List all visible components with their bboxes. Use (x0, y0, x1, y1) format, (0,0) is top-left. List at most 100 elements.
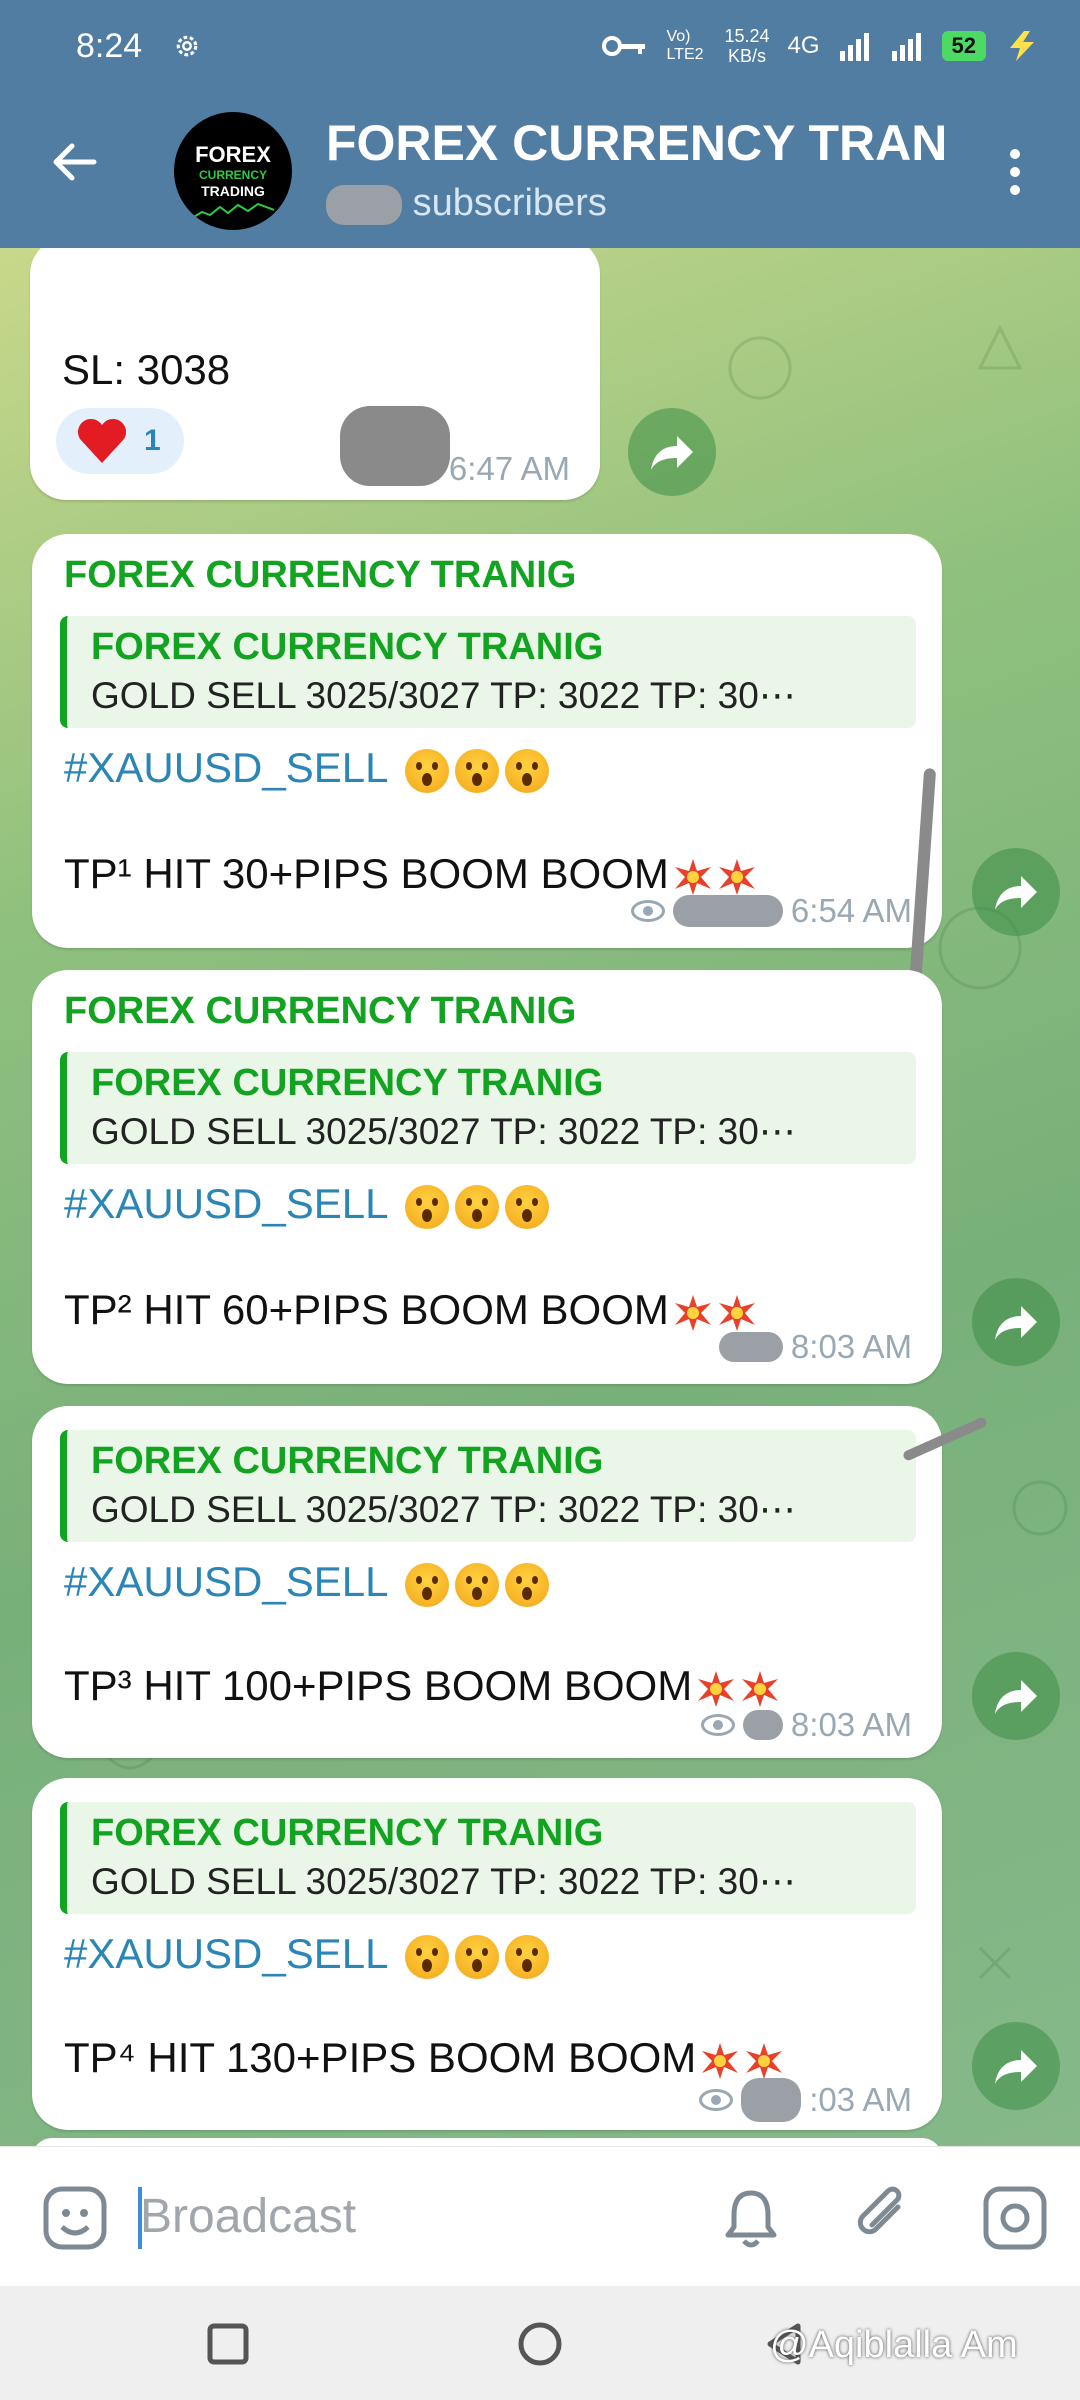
collision-emoji-icon (674, 1294, 711, 1331)
collision-emoji-icon (674, 858, 711, 895)
key-icon (602, 36, 646, 56)
share-arrow-icon (995, 876, 1037, 910)
subscribers-label: subscribers (412, 182, 607, 224)
astonished-emoji-icon (504, 1562, 549, 1607)
share-arrow-icon (995, 1306, 1037, 1340)
channel-avatar[interactable]: FOREX CURRENCY TRADING (174, 112, 292, 230)
reply-title: FOREX CURRENCY TRANIG (91, 1440, 604, 1482)
reply-title: FOREX CURRENCY TRANIG (91, 1062, 604, 1104)
avatar-line-2: CURRENCY (198, 168, 267, 182)
views-eye-icon (700, 1714, 735, 1736)
forward-button[interactable] (972, 848, 1060, 936)
share-arrow-icon (651, 436, 693, 470)
hashtag-link[interactable]: #XAUUSD_SELL (64, 1558, 387, 1605)
message-text: TP⁴ HIT 130+PIPS BOOM BOOM (64, 2034, 697, 2081)
broadcast-input[interactable]: Broadcast (140, 2189, 356, 2244)
recent-apps-icon[interactable] (206, 2322, 250, 2366)
collision-emoji-icon (718, 1294, 755, 1331)
camera-icon[interactable] (982, 2185, 1048, 2251)
redacted-views (742, 1710, 783, 1740)
reaction-heart[interactable]: 1 (56, 408, 184, 474)
message-bubble-sl[interactable]: SL: 3038 1 12 6:47 AM (30, 248, 600, 500)
message-bubble-tp1[interactable]: FOREX CURRENCY TRANIG FOREX CURRENCY TRA… (32, 534, 942, 948)
forward-button[interactable] (972, 1652, 1060, 1740)
astonished-emoji-icon (404, 1184, 449, 1229)
hashtag-row: #XAUUSD_SELL (64, 1180, 549, 1229)
message-meta: 8:03 AM (718, 1328, 912, 1366)
message-body: TP⁴ HIT 130+PIPS BOOM BOOM (64, 2034, 784, 2082)
views-eye-icon (630, 900, 665, 922)
forward-button[interactable] (972, 1278, 1060, 1366)
channel-name: FOREX CURRENCY TRANIG (64, 990, 577, 1032)
settings-gear-icon (176, 35, 198, 57)
astonished-emoji-icon (404, 1562, 449, 1607)
message-text: TP³ HIT 100+PIPS BOOM BOOM (64, 1662, 693, 1709)
reply-quote[interactable]: FOREX CURRENCY TRANIG GOLD SELL 3025/302… (60, 1802, 916, 1914)
message-meta: :03 AM (699, 2078, 912, 2122)
message-body: TP² HIT 60+PIPS BOOM BOOM (64, 1286, 757, 1334)
astonished-emoji-icon (404, 1934, 449, 1979)
reply-quote[interactable]: FOREX CURRENCY TRANIG GOLD SELL 3025/302… (60, 1052, 916, 1164)
channel-name: FOREX CURRENCY TRANIG (64, 554, 577, 596)
status-time: 8:24 (76, 26, 143, 65)
reply-quote[interactable]: FOREX CURRENCY TRANIG GOLD SELL 3025/302… (60, 1430, 916, 1542)
forward-button[interactable] (972, 2022, 1060, 2110)
share-arrow-icon (995, 1680, 1037, 1714)
astonished-emoji-icon (454, 1184, 499, 1229)
attach-paperclip-icon[interactable] (852, 2183, 914, 2251)
bell-icon[interactable] (722, 2187, 780, 2249)
volte-label: Vo) LTE2 (666, 28, 704, 63)
speed-unit: KB/s (727, 46, 766, 66)
collision-emoji-icon (698, 1670, 735, 1707)
redacted-count (326, 184, 402, 225)
redacted-views (741, 2078, 802, 2122)
reaction-count: 1 (144, 424, 161, 457)
hashtag-row: #XAUUSD_SELL (64, 1558, 549, 1607)
heart-icon (77, 418, 127, 463)
collision-emoji-icon (746, 2042, 783, 2079)
channel-title[interactable]: FOREX CURRENCY TRANI (326, 114, 946, 172)
reply-title: FOREX CURRENCY TRANIG (91, 1812, 604, 1854)
home-icon[interactable] (516, 2320, 564, 2368)
reply-quote[interactable]: FOREX CURRENCY TRANIG GOLD SELL 3025/302… (60, 616, 916, 728)
back-arrow-icon[interactable] (46, 132, 106, 192)
message-bubble-tp3[interactable]: FOREX CURRENCY TRANIG GOLD SELL 3025/302… (32, 1406, 942, 1758)
hashtag-row: #XAUUSD_SELL (64, 744, 549, 793)
message-bubble-tp4[interactable]: FOREX CURRENCY TRANIG GOLD SELL 3025/302… (32, 1778, 942, 2130)
subscribers-count: subscribers (326, 182, 607, 225)
reply-text: GOLD SELL 3025/3027 TP: 3022 TP: 30⋯ (91, 1489, 796, 1530)
reply-title: FOREX CURRENCY TRANIG (91, 626, 604, 668)
reply-text: GOLD SELL 3025/3027 TP: 3022 TP: 30⋯ (91, 1111, 796, 1152)
signal-icon-2 (891, 33, 921, 61)
collision-emoji-icon (742, 1670, 779, 1707)
hashtag-link[interactable]: #XAUUSD_SELL (64, 1180, 387, 1227)
redacted-views (718, 1332, 783, 1362)
message-time: 6:47 AM (448, 450, 570, 487)
reply-text: GOLD SELL 3025/3027 TP: 3022 TP: 30⋯ (91, 1861, 796, 1902)
signal-icon (839, 33, 869, 61)
status-bar: 8:24 Vo) LTE2 15.24 KB/s 4G 52 (0, 0, 1080, 92)
message-bubble-tp2[interactable]: FOREX CURRENCY TRANIG FOREX CURRENCY TRA… (32, 970, 942, 1384)
speed-indicator: 15.24 KB/s (724, 26, 769, 66)
hashtag-link[interactable]: #XAUUSD_SELL (64, 1930, 387, 1977)
views-eye-icon (699, 2089, 734, 2111)
forward-button[interactable] (628, 408, 716, 496)
sticker-emoji-icon[interactable] (42, 2185, 108, 2251)
astonished-emoji-icon (504, 748, 549, 793)
network-type: 4G (787, 32, 820, 59)
message-time: :03 AM (809, 2081, 912, 2118)
message-meta: 6:54 AM (630, 892, 912, 930)
message-time: 8:03 AM (790, 1706, 912, 1743)
more-options-icon[interactable] (1000, 142, 1030, 202)
astonished-emoji-icon (454, 748, 499, 793)
hashtag-link[interactable]: #XAUUSD_SELL (64, 744, 387, 791)
hashtag-row: #XAUUSD_SELL (64, 1930, 549, 1979)
message-bubble-next[interactable] (32, 2138, 942, 2146)
message-list[interactable]: SL: 3038 1 12 6:47 AM FOREX CURRENCY TRA… (0, 248, 1080, 2146)
message-time: 6:54 AM (790, 892, 912, 929)
battery-level: 52 (941, 31, 986, 61)
message-text: TP² HIT 60+PIPS BOOM BOOM (64, 1286, 669, 1333)
composer-bar: Broadcast (0, 2146, 1080, 2286)
avatar-line-1: FOREX (195, 142, 271, 167)
system-nav-bar: @Aqiblalla Am (0, 2286, 1080, 2400)
